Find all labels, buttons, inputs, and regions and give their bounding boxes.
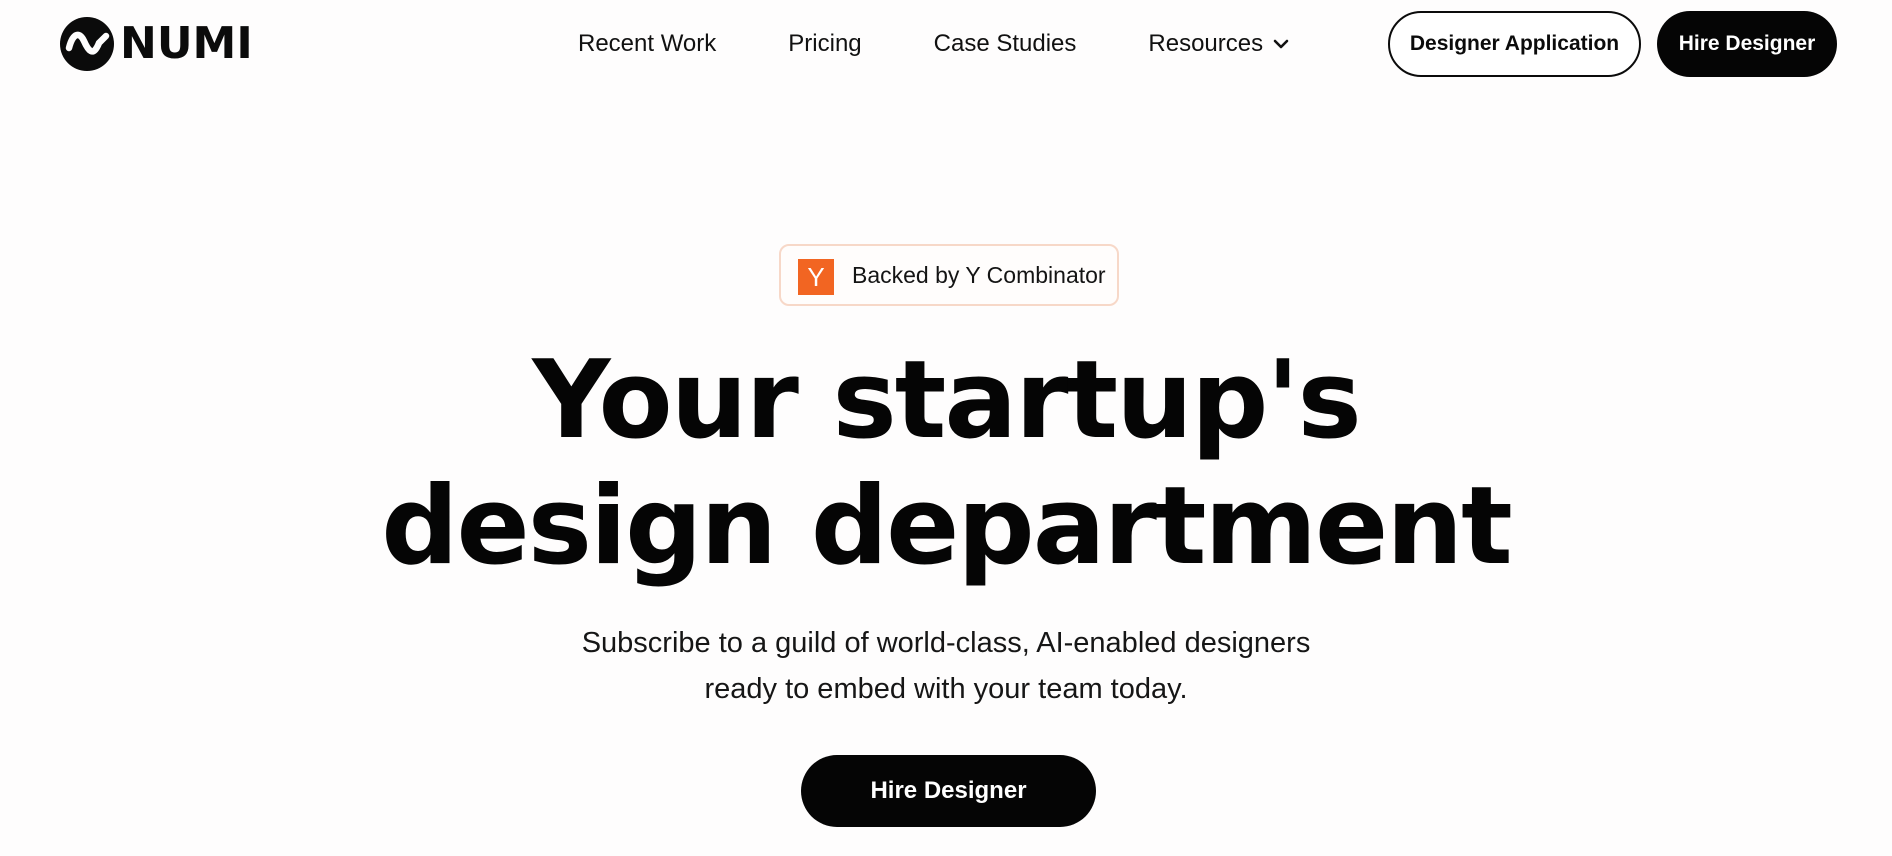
hero-hire-designer-button[interactable]: Hire Designer xyxy=(801,755,1096,827)
nav-link-case-studies[interactable]: Case Studies xyxy=(934,30,1077,58)
brand-logo[interactable]: NUMI xyxy=(60,17,253,71)
main-nav: Recent Work Pricing Case Studies Resourc… xyxy=(578,0,1289,88)
yc-badge: Y Backed by Y Combinator xyxy=(779,244,1119,306)
brand-name: NUMI xyxy=(120,18,253,69)
numi-wave-logo-icon xyxy=(60,17,114,71)
hero-subtitle-line-2: ready to embed with your team today. xyxy=(704,673,1188,705)
header-hire-designer-button[interactable]: Hire Designer xyxy=(1657,11,1837,77)
nav-dropdown-resources[interactable]: Resources xyxy=(1148,30,1289,58)
y-combinator-icon: Y xyxy=(798,259,834,295)
badge-text: Backed by Y Combinator xyxy=(852,261,1106,288)
nav-dropdown-resources-label: Resources xyxy=(1148,30,1264,57)
hero-headline: Your startup's design department xyxy=(0,338,1892,590)
designer-application-button[interactable]: Designer Application xyxy=(1388,11,1641,77)
nav-link-recent-work[interactable]: Recent Work xyxy=(578,30,716,58)
site-header: NUMI Recent Work Pricing Case Studies Re… xyxy=(0,0,1892,88)
hero-headline-line-1: Your startup's xyxy=(532,338,1361,463)
nav-link-pricing[interactable]: Pricing xyxy=(788,30,861,58)
hero-subtitle-line-1: Subscribe to a guild of world-class, AI-… xyxy=(581,627,1311,659)
chevron-down-icon xyxy=(1273,39,1289,49)
hero-subtitle: Subscribe to a guild of world-class, AI-… xyxy=(0,620,1892,712)
hero-headline-line-2: design department xyxy=(381,464,1513,589)
